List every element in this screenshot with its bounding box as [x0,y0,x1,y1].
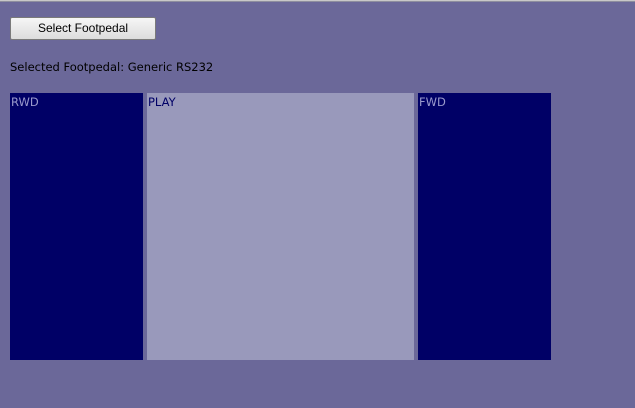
pedal-rwd[interactable]: RWD [10,93,143,360]
pedal-rwd-label: RWD [11,95,39,109]
selected-footpedal-label: Selected Footpedal: Generic RS232 [10,60,214,74]
pedal-play[interactable]: PLAY [147,93,414,360]
pedal-play-label: PLAY [148,95,176,109]
pedal-fwd-label: FWD [419,95,446,109]
pedal-fwd[interactable]: FWD [418,93,551,360]
window-top-border-shadow [0,1,635,2]
select-footpedal-button[interactable]: Select Footpedal [10,17,156,40]
